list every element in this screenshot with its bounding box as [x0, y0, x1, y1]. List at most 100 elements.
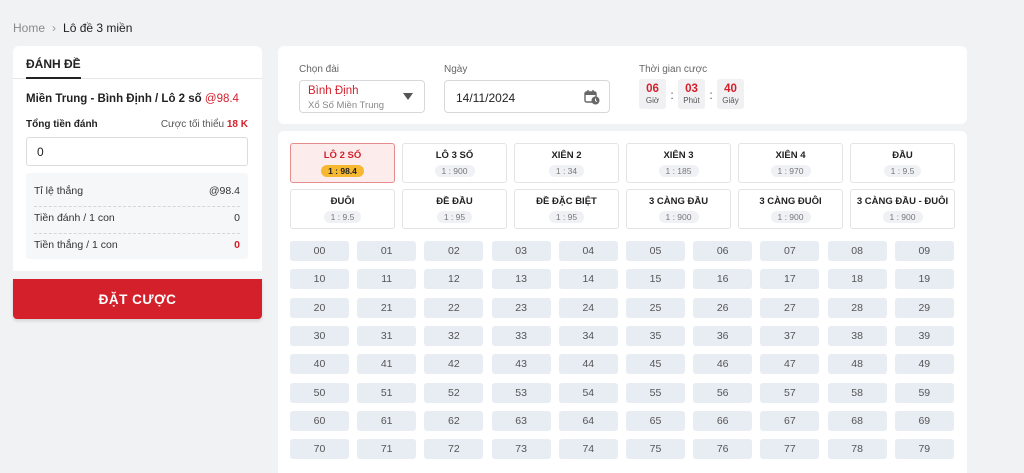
date-picker[interactable]: 14/11/2024: [444, 80, 610, 113]
number-cell[interactable]: 60: [290, 410, 349, 431]
number-cell[interactable]: 63: [491, 410, 551, 431]
number-cell[interactable]: 11: [357, 269, 417, 290]
number-cell[interactable]: 31: [357, 325, 417, 346]
number-cell[interactable]: 06: [693, 241, 753, 261]
number-cell[interactable]: 59: [894, 382, 954, 403]
number-cell[interactable]: 38: [827, 325, 887, 346]
number-cell[interactable]: 57: [760, 382, 820, 403]
number-cell[interactable]: 73: [491, 439, 551, 460]
number-cell[interactable]: 13: [491, 269, 551, 290]
number-cell[interactable]: 71: [357, 439, 417, 460]
game-type-tab[interactable]: LÔ 3 SỐ 1 : 900: [402, 143, 507, 183]
number-cell[interactable]: 35: [626, 325, 685, 346]
number-cell[interactable]: 12: [424, 269, 484, 290]
number-cell[interactable]: 75: [626, 439, 685, 460]
number-cell[interactable]: 47: [760, 354, 820, 375]
number-cell[interactable]: 24: [558, 297, 618, 318]
game-type-tab[interactable]: XIÊN 2 1 : 34: [514, 143, 619, 183]
number-cell[interactable]: 14: [558, 269, 618, 290]
number-cell[interactable]: 02: [424, 241, 484, 261]
game-type-tab[interactable]: 3 CÀNG ĐUÔI 1 : 900: [738, 189, 843, 229]
number-cell[interactable]: 49: [894, 354, 954, 375]
number-cell[interactable]: 72: [424, 439, 484, 460]
game-type-tab[interactable]: ĐẦU 1 : 9.5: [850, 143, 955, 183]
number-cell[interactable]: 40: [290, 354, 349, 375]
number-cell[interactable]: 69: [894, 410, 954, 431]
number-cell[interactable]: 09: [894, 241, 954, 261]
number-cell[interactable]: 58: [827, 382, 887, 403]
number-cell[interactable]: 77: [760, 439, 820, 460]
number-cell[interactable]: 64: [558, 410, 618, 431]
number-cell[interactable]: 44: [558, 354, 618, 375]
number-cell[interactable]: 52: [424, 382, 484, 403]
breadcrumb-home-link[interactable]: Home: [13, 21, 45, 35]
number-cell[interactable]: 37: [760, 325, 820, 346]
number-cell[interactable]: 28: [827, 297, 887, 318]
game-type-tab[interactable]: 3 CÀNG ĐẦU 1 : 900: [626, 189, 731, 229]
number-cell[interactable]: 21: [357, 297, 417, 318]
number-cell[interactable]: 51: [357, 382, 417, 403]
number-cell[interactable]: 36: [693, 325, 753, 346]
number-cell[interactable]: 76: [693, 439, 753, 460]
amount-input[interactable]: [26, 137, 248, 166]
number-cell[interactable]: 22: [424, 297, 484, 318]
number-cell[interactable]: 41: [357, 354, 417, 375]
number-cell[interactable]: 05: [626, 241, 685, 261]
number-cell[interactable]: 16: [693, 269, 753, 290]
game-type-tab[interactable]: 3 CÀNG ĐẦU - ĐUÔI 1 : 900: [850, 189, 955, 229]
number-cell[interactable]: 07: [760, 241, 820, 261]
number-cell[interactable]: 70: [290, 439, 349, 460]
number-cell[interactable]: 00: [290, 241, 349, 261]
number-cell[interactable]: 39: [894, 325, 954, 346]
game-type-name: XIÊN 3: [663, 150, 694, 161]
game-type-tab[interactable]: XIÊN 4 1 : 970: [738, 143, 843, 183]
number-cell[interactable]: 29: [894, 297, 954, 318]
station-select[interactable]: Bình Định Xổ Số Miền Trung: [299, 80, 425, 113]
game-type-tab[interactable]: LÔ 2 SỐ 1 : 98.4: [290, 143, 395, 183]
number-cell[interactable]: 62: [424, 410, 484, 431]
number-cell[interactable]: 17: [760, 269, 820, 290]
tab-danh-de[interactable]: ĐÁNH ĐỀ: [26, 46, 81, 79]
number-cell[interactable]: 26: [693, 297, 753, 318]
number-cell[interactable]: 19: [894, 269, 954, 290]
number-cell[interactable]: 53: [491, 382, 551, 403]
number-cell[interactable]: 46: [693, 354, 753, 375]
number-cell[interactable]: 78: [827, 439, 887, 460]
number-cell[interactable]: 54: [558, 382, 618, 403]
number-cell[interactable]: 74: [558, 439, 618, 460]
game-type-tab[interactable]: ĐỀ ĐẶC BIỆT 1 : 95: [514, 189, 619, 229]
number-cell[interactable]: 27: [760, 297, 820, 318]
number-cell[interactable]: 43: [491, 354, 551, 375]
number-cell[interactable]: 79: [894, 439, 954, 460]
number-cell[interactable]: 33: [491, 325, 551, 346]
number-cell[interactable]: 50: [290, 382, 349, 403]
number-cell[interactable]: 01: [357, 241, 417, 261]
countdown-minutes: 03 Phút: [678, 79, 705, 109]
number-cell[interactable]: 34: [558, 325, 618, 346]
number-cell[interactable]: 61: [357, 410, 417, 431]
number-cell[interactable]: 10: [290, 269, 349, 290]
number-cell[interactable]: 68: [827, 410, 887, 431]
number-cell[interactable]: 56: [693, 382, 753, 403]
number-cell[interactable]: 48: [827, 354, 887, 375]
number-cell[interactable]: 32: [424, 325, 484, 346]
number-cell[interactable]: 18: [827, 269, 887, 290]
number-cell[interactable]: 25: [626, 297, 685, 318]
number-cell[interactable]: 65: [626, 410, 685, 431]
game-type-tab[interactable]: XIÊN 3 1 : 185: [626, 143, 731, 183]
number-cell[interactable]: 20: [290, 297, 349, 318]
number-cell[interactable]: 08: [827, 241, 887, 261]
number-cell[interactable]: 67: [760, 410, 820, 431]
number-cell[interactable]: 42: [424, 354, 484, 375]
number-cell[interactable]: 55: [626, 382, 685, 403]
number-cell[interactable]: 30: [290, 325, 349, 346]
game-type-tab[interactable]: ĐỀ ĐẦU 1 : 95: [402, 189, 507, 229]
number-cell[interactable]: 45: [626, 354, 685, 375]
number-cell[interactable]: 03: [491, 241, 551, 261]
game-type-tab[interactable]: ĐUÔI 1 : 9.5: [290, 189, 395, 229]
number-cell[interactable]: 66: [693, 410, 753, 431]
number-cell[interactable]: 23: [491, 297, 551, 318]
number-cell[interactable]: 04: [558, 241, 618, 261]
number-cell[interactable]: 15: [626, 269, 685, 290]
place-bet-button[interactable]: ĐẶT CƯỢC: [13, 279, 262, 319]
